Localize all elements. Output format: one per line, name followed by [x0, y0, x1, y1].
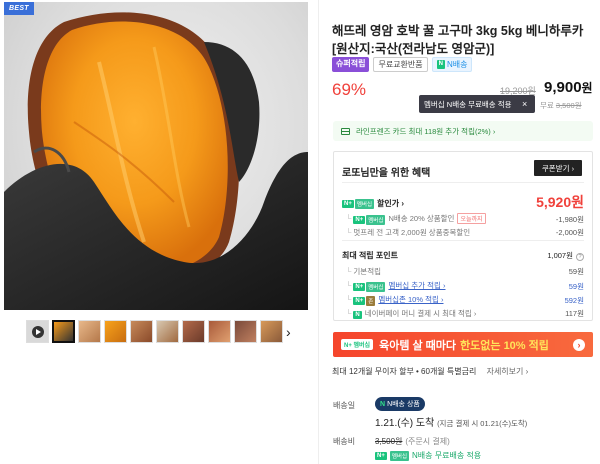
sale-price: 9,900원 — [544, 79, 593, 96]
divider — [342, 240, 584, 241]
membership-zone-badge: N+존 — [353, 296, 376, 306]
thumbnail[interactable] — [182, 320, 205, 343]
thumbnail-strip — [26, 320, 283, 344]
n-icon: N — [380, 400, 386, 408]
shipping-fee-label: 배송비 — [333, 437, 356, 446]
thumbnail[interactable] — [260, 320, 283, 343]
video-thumbnail[interactable] — [26, 320, 49, 343]
discount-rate: 69% — [332, 80, 367, 99]
n-delivery-tag: N N배송 — [431, 57, 473, 72]
thumbnail[interactable] — [234, 320, 257, 343]
arrival-date: 1.21.(수) 도착 (지금 결제 시 01.21(수)도착) — [375, 418, 528, 429]
membership-badge: N+멤버십 — [342, 198, 375, 209]
column-divider — [318, 0, 319, 464]
points-row: 기본적립 59원 — [342, 266, 584, 277]
sweet-potato-image — [4, 12, 308, 310]
super-point-tag: 슈퍼적립 — [332, 57, 370, 72]
main-product-image[interactable]: BEST — [4, 2, 308, 310]
shipping-note: 무료 3,500원 — [540, 101, 582, 110]
points-row[interactable]: N+멤버십멤버십 추가 적립 › 59원 — [342, 280, 584, 292]
thumbnail[interactable] — [208, 320, 231, 343]
n-delivery-badge: N N배송 상품 — [375, 397, 425, 411]
max-points-row: 최대 적립 포인트 1,007원? — [342, 250, 584, 261]
free-exchange-tag: 무료교환반품 — [373, 57, 428, 72]
divider — [342, 182, 584, 183]
installment-info: 최대 12개월 무이자 할부 • 60개월 특별금리 자세히보기 › — [332, 367, 529, 376]
discount-row: 멋프레 전 고객 2,000원 상품중복할인 -2,000원 — [342, 227, 584, 238]
sale-price-row[interactable]: N+ 멤버십 할인가 › 5,920원 — [342, 194, 584, 210]
points-row[interactable]: N+존멤버십존 10% 적립 › 592원 — [342, 294, 584, 306]
thumbnail[interactable] — [52, 320, 75, 343]
membership-promo-banner[interactable]: N+ 멤버십 육아템 살 때마다 한도없는 10% 적립 › — [333, 332, 593, 357]
info-icon[interactable]: ? — [576, 253, 584, 261]
final-sale-price: 5,920원 — [536, 194, 584, 210]
thumbnail[interactable] — [78, 320, 101, 343]
discount-row: N+멤버십N배송 20% 상품할인오늘까지 -1,980원 — [342, 213, 584, 225]
membership-badge: N+ 멤버십 — [341, 339, 374, 350]
installment-more-link[interactable]: 자세히보기 › — [487, 367, 529, 376]
thumbnail[interactable] — [104, 320, 127, 343]
n-icon: N — [436, 60, 445, 69]
product-title: 해뜨레 영암 호박 꿀 고구마 3kg 5kg 베니하루카 [원산지:국산(전라… — [332, 24, 584, 56]
delivery-date-label: 배송일 — [333, 401, 356, 410]
credit-card-icon — [341, 127, 350, 135]
coupon-button[interactable]: 쿠폰받기 › — [534, 160, 582, 176]
play-icon — [31, 325, 44, 338]
benefit-title: 로또님만을 위한 혜택 — [342, 168, 431, 179]
naverpay-badge: N — [353, 311, 362, 319]
membership-badge: N+멤버십 — [353, 282, 386, 292]
card-benefit-banner[interactable]: 라인프렌즈 카드 최대 118원 추가 적립(2%) › — [333, 121, 593, 141]
tooltip-close-icon[interactable]: × — [522, 99, 527, 109]
today-only-tag: 오늘까지 — [457, 213, 486, 224]
best-badge: BEST — [4, 2, 34, 15]
membership-badge: N+멤버십 — [353, 215, 386, 225]
product-tags: 슈퍼적립 무료교환반품 N N배송 — [332, 57, 473, 72]
chevron-right-icon: › — [573, 338, 585, 351]
product-gallery: BEST › — [0, 0, 308, 464]
thumbnail-next-button[interactable]: › — [286, 322, 291, 342]
points-row[interactable]: N네이버페이 머니 결제 시 최대 적립 › 117원 — [342, 308, 584, 319]
thumbnail[interactable] — [130, 320, 153, 343]
membership-tooltip: 멤버십 N배송 무료배송 적용 — [419, 95, 535, 113]
thumbnail[interactable] — [156, 320, 179, 343]
n-free-shipping: N+ 멤버십 N배송 무료배송 적용 — [375, 450, 482, 461]
shipping-fee: 3,500원 (주문시 결제) — [375, 437, 450, 446]
